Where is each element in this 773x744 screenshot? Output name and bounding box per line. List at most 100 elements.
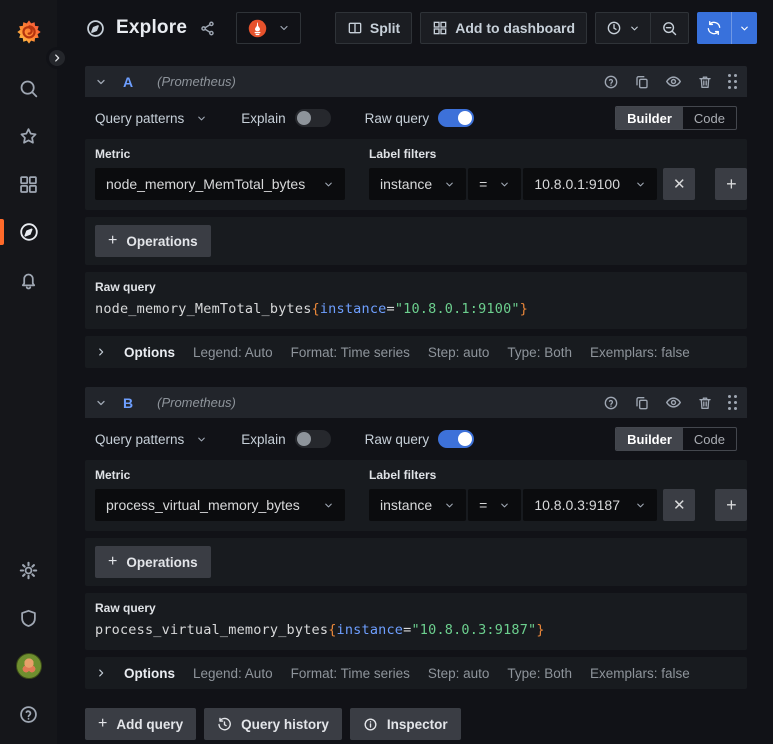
explain-toggle-wrap: Explain bbox=[241, 109, 331, 127]
sidebar-item-starred[interactable] bbox=[0, 112, 57, 160]
add-operations-button[interactable]: + Operations bbox=[95, 225, 211, 257]
add-to-dashboard-button[interactable]: Add to dashboard bbox=[420, 12, 587, 44]
query-patterns-dropdown[interactable]: Query patterns bbox=[95, 111, 207, 126]
metric-select[interactable]: node_memory_MemTotal_bytes bbox=[95, 168, 345, 200]
remove-filter-button[interactable]: ✕ bbox=[663, 489, 696, 521]
drag-handle-icon[interactable] bbox=[728, 395, 737, 410]
chevron-down-icon bbox=[323, 500, 334, 511]
plus-icon: + bbox=[726, 173, 737, 194]
time-range-picker[interactable] bbox=[596, 13, 650, 43]
query-patterns-dropdown[interactable]: Query patterns bbox=[95, 432, 207, 447]
query-datasource-label: (Prometheus) bbox=[157, 74, 236, 89]
filter-value-select[interactable]: 10.8.0.1:9100 bbox=[523, 168, 658, 200]
filter-value-text: 10.8.0.3:9187 bbox=[534, 497, 620, 513]
metric-select[interactable]: process_virtual_memory_bytes bbox=[95, 489, 345, 521]
bell-icon bbox=[18, 270, 39, 291]
sidebar-item-configuration[interactable] bbox=[0, 546, 57, 594]
sidebar-item-dashboards[interactable] bbox=[0, 160, 57, 208]
label-filters-field: Label filters instance = bbox=[369, 147, 748, 200]
remove-query-trash-icon[interactable] bbox=[697, 395, 713, 411]
remove-filter-button[interactable]: ✕ bbox=[663, 168, 696, 200]
sidebar-item-explore[interactable] bbox=[0, 208, 57, 256]
duplicate-query-icon[interactable] bbox=[634, 395, 650, 411]
dashboard-grid-icon bbox=[432, 20, 448, 36]
filter-value-select[interactable]: 10.8.0.3:9187 bbox=[523, 489, 658, 521]
sidebar-item-help[interactable] bbox=[0, 690, 57, 738]
add-to-dashboard-label: Add to dashboard bbox=[455, 20, 575, 36]
query-b-options-row[interactable]: Options Legend: Auto Format: Time series… bbox=[85, 657, 747, 689]
options-title: Options bbox=[124, 344, 175, 360]
disable-query-eye-icon[interactable] bbox=[665, 394, 682, 411]
explain-label: Explain bbox=[241, 110, 286, 126]
option-type: Type: Both bbox=[507, 344, 572, 360]
sidebar-item-profile[interactable] bbox=[0, 642, 57, 690]
filter-key-select[interactable]: instance bbox=[369, 168, 467, 200]
code-mode-tab[interactable]: Code bbox=[683, 428, 736, 450]
close-icon: ✕ bbox=[673, 497, 686, 514]
explore-toolbar: Explore Split Add to dashboard bbox=[57, 0, 773, 56]
sidebar-bottom-group bbox=[0, 546, 57, 744]
raw-value-token: "10.8.0.1:9100" bbox=[394, 301, 520, 317]
option-type: Type: Both bbox=[507, 665, 572, 681]
query-ref-id[interactable]: B bbox=[123, 395, 133, 411]
metric-select-value: process_virtual_memory_bytes bbox=[106, 497, 300, 513]
query-help-icon[interactable] bbox=[603, 395, 619, 411]
explain-toggle[interactable] bbox=[294, 109, 331, 127]
raw-close-brace: } bbox=[519, 301, 529, 317]
plus-icon: + bbox=[108, 553, 118, 570]
chevron-down-icon bbox=[444, 179, 455, 190]
query-history-button[interactable]: Query history bbox=[204, 708, 342, 740]
builder-mode-tab[interactable]: Builder bbox=[616, 428, 683, 450]
add-filter-button[interactable]: + bbox=[715, 168, 748, 200]
query-a-options-row[interactable]: Options Legend: Auto Format: Time series… bbox=[85, 336, 747, 368]
disable-query-eye-icon[interactable] bbox=[665, 73, 682, 90]
add-query-button[interactable]: + Add query bbox=[85, 708, 197, 740]
raw-value-token: "10.8.0.3:9187" bbox=[411, 622, 537, 638]
query-ref-id[interactable]: A bbox=[123, 74, 133, 90]
add-operations-button[interactable]: + Operations bbox=[95, 546, 211, 578]
zoom-out-button[interactable] bbox=[650, 13, 688, 43]
refresh-interval-dropdown[interactable] bbox=[731, 12, 757, 44]
page-title: Explore bbox=[116, 17, 188, 38]
remove-query-trash-icon[interactable] bbox=[697, 74, 713, 90]
explore-footer-actions: + Add query Query history Inspector bbox=[85, 708, 747, 740]
sidebar-item-server-admin[interactable] bbox=[0, 594, 57, 642]
close-icon: ✕ bbox=[673, 176, 686, 193]
share-icon[interactable] bbox=[199, 20, 216, 37]
option-exemplars: Exemplars: false bbox=[589, 665, 690, 681]
filter-operator-select[interactable]: = bbox=[468, 489, 522, 521]
raw-query-code: process_virtual_memory_bytes{instance="1… bbox=[95, 622, 737, 640]
chevron-down-icon bbox=[323, 179, 334, 190]
query-help-icon[interactable] bbox=[603, 74, 619, 90]
metric-field: Metric node_memory_MemTotal_bytes bbox=[95, 147, 345, 200]
split-button[interactable]: Split bbox=[334, 12, 413, 44]
explain-toggle[interactable] bbox=[294, 430, 331, 448]
metric-field: Metric process_virtual_memory_bytes bbox=[95, 468, 345, 521]
collapse-chevron-icon[interactable] bbox=[95, 76, 107, 88]
datasource-picker[interactable] bbox=[236, 12, 302, 44]
raw-open-brace: { bbox=[328, 622, 337, 638]
add-query-label: Add query bbox=[116, 716, 184, 732]
sidebar bbox=[0, 0, 68, 744]
raw-query-toggle[interactable] bbox=[438, 430, 475, 448]
collapse-chevron-icon[interactable] bbox=[95, 397, 107, 409]
sidebar-item-alerting[interactable] bbox=[0, 256, 57, 304]
add-filter-button[interactable]: + bbox=[715, 489, 748, 521]
sidebar-item-search[interactable] bbox=[0, 64, 57, 112]
filter-operator-value: = bbox=[479, 497, 488, 513]
code-mode-tab[interactable]: Code bbox=[683, 107, 736, 129]
filter-operator-select[interactable]: = bbox=[468, 168, 522, 200]
chevron-down-icon bbox=[635, 500, 646, 511]
refresh-icon-button[interactable] bbox=[697, 12, 731, 44]
duplicate-query-icon[interactable] bbox=[634, 74, 650, 90]
raw-query-code: node_memory_MemTotal_bytes{instance="10.… bbox=[95, 301, 737, 319]
builder-mode-tab[interactable]: Builder bbox=[616, 107, 683, 129]
inspector-button[interactable]: Inspector bbox=[349, 708, 461, 740]
filter-key-select[interactable]: instance bbox=[369, 489, 467, 521]
chevron-right-icon bbox=[96, 668, 106, 678]
help-circle-icon bbox=[18, 704, 39, 725]
raw-metric-token: process_virtual_memory_bytes bbox=[95, 622, 329, 638]
drag-handle-icon[interactable] bbox=[728, 74, 737, 89]
raw-query-toggle[interactable] bbox=[438, 109, 475, 127]
explain-toggle-wrap: Explain bbox=[241, 430, 331, 448]
